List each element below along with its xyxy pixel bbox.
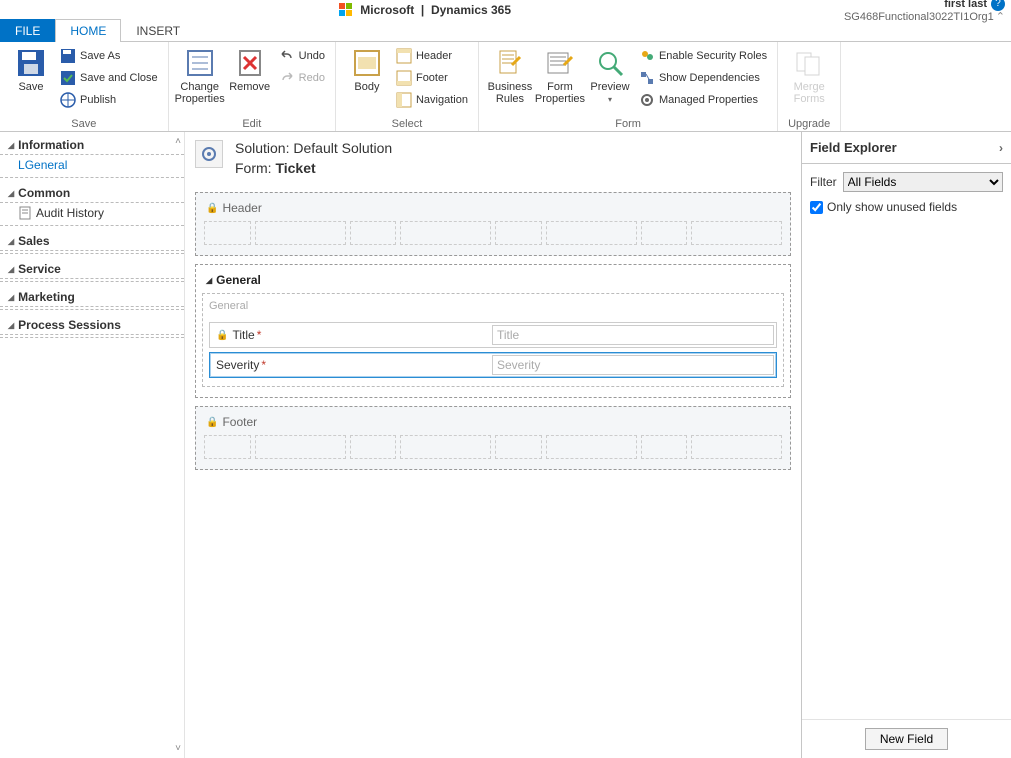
dependencies-icon bbox=[639, 70, 655, 86]
lock-icon: 🔒 bbox=[216, 330, 228, 341]
tab-insert[interactable]: INSERT bbox=[121, 19, 195, 42]
save-as-button[interactable]: Save As bbox=[56, 47, 162, 65]
navigation-pane: ˄ ˅ Information L General Common Audit Hi… bbox=[0, 132, 185, 758]
audit-history-icon bbox=[18, 206, 32, 220]
navigation-icon bbox=[396, 92, 412, 108]
filter-select[interactable]: All Fields bbox=[843, 172, 1003, 192]
footer-section[interactable]: 🔒Footer bbox=[195, 406, 791, 470]
current-org: SG468Functional3022TI1Org1 bbox=[844, 11, 994, 23]
header-section[interactable]: 🔒Header bbox=[195, 192, 791, 256]
nav-group-sales[interactable]: Sales bbox=[0, 228, 184, 251]
publish-icon bbox=[60, 92, 76, 108]
nav-group-process-sessions[interactable]: Process Sessions bbox=[0, 312, 184, 335]
navigation-button[interactable]: Navigation bbox=[392, 91, 472, 109]
form-canvas: Solution: Default Solution Form: Ticket … bbox=[185, 132, 801, 758]
form-properties-icon bbox=[544, 47, 576, 79]
save-button[interactable]: Save bbox=[6, 45, 56, 95]
publish-button[interactable]: Publish bbox=[56, 91, 162, 109]
scroll-down-icon[interactable]: ˅ bbox=[175, 743, 181, 754]
footer-icon bbox=[396, 70, 412, 86]
managed-properties-button[interactable]: Managed Properties bbox=[635, 91, 771, 109]
new-field-button[interactable]: New Field bbox=[865, 728, 948, 750]
nav-item-general[interactable]: L General bbox=[0, 155, 184, 175]
field-explorer-title: Field Explorer bbox=[810, 140, 897, 155]
title-input[interactable] bbox=[492, 325, 774, 345]
ribbon-group-form: Form bbox=[485, 117, 771, 131]
preview-icon bbox=[594, 47, 626, 79]
save-icon bbox=[15, 47, 47, 79]
field-severity[interactable]: Severity* bbox=[209, 352, 777, 378]
business-rules-button[interactable]: Business Rules bbox=[485, 45, 535, 107]
redo-icon bbox=[279, 70, 295, 86]
footer-button[interactable]: Footer bbox=[392, 69, 472, 87]
ribbon-group-upgrade: Upgrade bbox=[784, 117, 834, 131]
merge-forms-button: Merge Forms bbox=[784, 45, 834, 107]
severity-input[interactable] bbox=[492, 355, 774, 375]
save-and-close-button[interactable]: Save and Close bbox=[56, 69, 162, 87]
header-button[interactable]: Header bbox=[392, 47, 472, 65]
nav-group-service[interactable]: Service bbox=[0, 256, 184, 279]
general-tab[interactable]: General General 🔒Title* Severity* bbox=[195, 264, 791, 398]
form-title: Form: Ticket bbox=[235, 160, 392, 176]
general-section-label: General bbox=[207, 298, 779, 318]
save-as-icon bbox=[60, 48, 76, 64]
preview-button[interactable]: Preview▾ bbox=[585, 45, 635, 108]
remove-button[interactable]: Remove bbox=[225, 45, 275, 95]
merge-forms-icon bbox=[793, 47, 825, 79]
undo-button[interactable]: Undo bbox=[275, 47, 329, 65]
header-icon bbox=[396, 48, 412, 64]
solution-title: Solution: Default Solution bbox=[235, 140, 392, 156]
chevron-right-icon[interactable]: › bbox=[999, 141, 1003, 155]
nav-group-common[interactable]: Common bbox=[0, 180, 184, 203]
tab-home[interactable]: HOME bbox=[55, 19, 121, 42]
chevron-down-icon: ▾ bbox=[608, 95, 612, 104]
org-dropdown-icon[interactable]: ⌃ bbox=[996, 11, 1005, 23]
gear-icon bbox=[639, 92, 655, 108]
help-icon[interactable]: ? bbox=[991, 0, 1005, 11]
show-dependencies-button[interactable]: Show Dependencies bbox=[635, 69, 771, 87]
redo-button: Redo bbox=[275, 69, 329, 87]
enable-security-roles-button[interactable]: Enable Security Roles bbox=[635, 47, 771, 65]
properties-icon bbox=[184, 47, 216, 79]
only-unused-checkbox[interactable]: Only show unused fields bbox=[810, 200, 957, 214]
scroll-up-icon[interactable]: ˄ bbox=[175, 136, 181, 147]
body-button[interactable]: Body bbox=[342, 45, 392, 95]
ribbon-tabstrip: FILE HOME INSERT bbox=[0, 20, 1011, 42]
remove-icon bbox=[234, 47, 266, 79]
form-entity-icon bbox=[195, 140, 223, 168]
body-icon bbox=[351, 47, 383, 79]
lock-icon: 🔒 bbox=[206, 203, 218, 214]
ribbon-group-edit: Edit bbox=[175, 117, 329, 131]
undo-icon bbox=[279, 48, 295, 64]
change-properties-button[interactable]: Change Properties bbox=[175, 45, 225, 107]
nav-group-marketing[interactable]: Marketing bbox=[0, 284, 184, 307]
field-title[interactable]: 🔒Title* bbox=[209, 322, 777, 348]
filter-label: Filter bbox=[810, 175, 837, 189]
ribbon-group-save: Save bbox=[6, 117, 162, 131]
ribbon-group-select: Select bbox=[342, 117, 472, 131]
field-explorer-pane: Field Explorer › Filter All Fields Only s… bbox=[801, 132, 1011, 758]
brand-title: Microsoft | Dynamics 365 bbox=[6, 3, 844, 18]
nav-item-audit-history[interactable]: Audit History bbox=[0, 203, 184, 223]
ribbon: Save Save As Save and Close Publish Save… bbox=[0, 42, 1011, 132]
save-close-icon bbox=[60, 70, 76, 86]
form-properties-button[interactable]: Form Properties bbox=[535, 45, 585, 107]
tab-file[interactable]: FILE bbox=[0, 19, 55, 42]
current-user: first last bbox=[944, 0, 987, 10]
lock-icon: 🔒 bbox=[206, 417, 218, 428]
business-rules-icon bbox=[494, 47, 526, 79]
microsoft-logo-icon bbox=[339, 3, 353, 17]
nav-group-information[interactable]: Information bbox=[0, 132, 184, 155]
security-icon bbox=[639, 48, 655, 64]
